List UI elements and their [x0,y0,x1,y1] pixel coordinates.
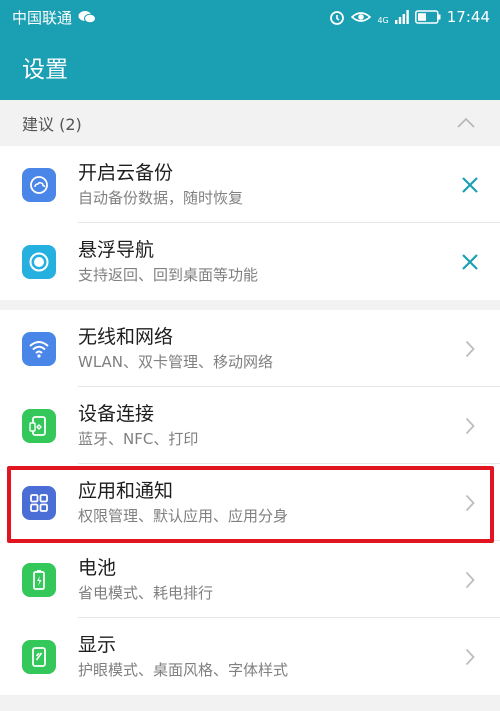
settings-item-texts: 设备连接 蓝牙、NFC、打印 [78,402,440,449]
page-title: 设置 [22,57,68,83]
wechat-icon [78,10,97,24]
network-type-label: 4G [377,16,389,25]
suggestion-subtitle: 支持返回、回到桌面等功能 [78,266,259,284]
display-icon [22,639,56,674]
clock: 17:44 [446,8,490,26]
suggestion-title: 悬浮导航 [78,239,155,261]
settings-item-title: 电池 [78,557,117,579]
settings-item-apps-notifications[interactable]: 应用和通知 权限管理、默认应用、应用分身 [0,464,500,541]
suggestions-header[interactable]: 建议 (2) [0,100,500,146]
chevron-right-icon [440,464,500,541]
close-icon [462,176,478,193]
suggestion-item-cloud-backup[interactable]: 开启云备份 自动备份数据，随时恢复 [0,146,500,223]
status-bar-right: 4G 17:44 [329,8,490,26]
status-bar-left: 中国联通 [12,7,97,28]
settings-item-title: 设备连接 [78,403,155,425]
settings-item-subtitle: 蓝牙、NFC、打印 [78,430,199,448]
settings-item-texts: 显示 护眼模式、桌面风格、字体样式 [78,633,440,680]
apps-icon [22,485,56,520]
chevron-right-icon [440,387,500,464]
settings-item-title: 无线和网络 [78,326,174,348]
signal-icon [394,10,409,24]
app-bar: 设置 [0,34,500,100]
settings-item-wireless-networks[interactable]: 无线和网络 WLAN、双卡管理、移动网络 [0,310,500,387]
suggestion-texts: 开启云备份 自动备份数据，随时恢复 [78,161,440,208]
dismiss-button[interactable] [440,223,500,300]
suggestion-subtitle: 自动备份数据，随时恢复 [78,189,244,207]
settings-item-subtitle: 省电模式、耗电排行 [78,584,214,602]
eye-icon [351,10,372,24]
settings-content[interactable]: 建议 (2) 开启云备份 自动备份数据，随时恢复 悬浮导航 支持返回、回到桌面等… [0,100,500,711]
chevron-right-icon [440,541,500,618]
settings-item-display[interactable]: 显示 护眼模式、桌面风格、字体样式 [0,618,500,695]
carrier-label: 中国联通 [12,8,73,27]
cloud-backup-icon [22,167,56,202]
suggestion-title: 开启云备份 [78,162,174,184]
chevron-right-icon [440,618,500,695]
settings-item-texts: 应用和通知 权限管理、默认应用、应用分身 [78,479,440,526]
device-connection-icon [22,408,56,443]
suggestions-card: 开启云备份 自动备份数据，随时恢复 悬浮导航 支持返回、回到桌面等功能 [0,146,500,300]
settings-item-title: 显示 [78,634,117,656]
wifi-icon [22,331,56,366]
dismiss-button[interactable] [440,146,500,223]
settings-item-device-connection[interactable]: 设备连接 蓝牙、NFC、打印 [0,387,500,464]
settings-item-texts: 无线和网络 WLAN、双卡管理、移动网络 [78,325,440,372]
chevron-right-icon [440,310,500,387]
settings-item-title: 应用和通知 [78,480,174,502]
chevron-up-icon[interactable] [456,114,476,133]
status-bar: 中国联通 4G 17:44 [0,0,500,34]
settings-item-battery[interactable]: 电池 省电模式、耗电排行 [0,541,500,618]
floating-dock-icon [22,244,56,279]
suggestions-header-label: 建议 (2) [22,115,82,134]
settings-item-subtitle: 护眼模式、桌面风格、字体样式 [78,661,289,679]
settings-item-subtitle: WLAN、双卡管理、移动网络 [78,353,274,371]
suggestion-item-floating-navigation[interactable]: 悬浮导航 支持返回、回到桌面等功能 [0,223,500,300]
section-gap [0,300,500,310]
battery-icon [22,562,56,597]
alarm-icon [329,9,345,25]
settings-item-subtitle: 权限管理、默认应用、应用分身 [78,507,289,525]
settings-item-texts: 电池 省电模式、耗电排行 [78,556,440,603]
close-icon [462,253,478,270]
suggestion-texts: 悬浮导航 支持返回、回到桌面等功能 [78,238,440,285]
battery-status-icon [414,10,441,24]
settings-list: 无线和网络 WLAN、双卡管理、移动网络 设备连接 蓝牙、NFC、打印 应用和通… [0,310,500,695]
